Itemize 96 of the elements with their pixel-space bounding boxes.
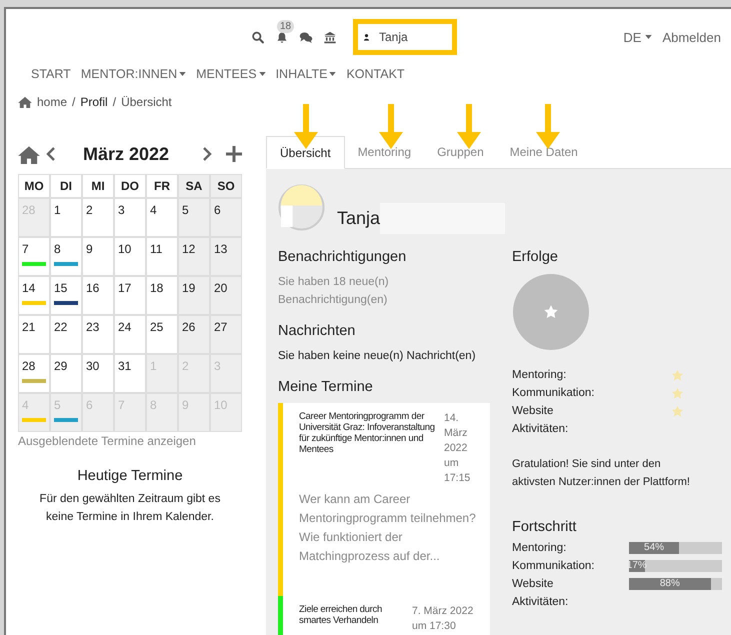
achievement-label: Mentoring: (512, 369, 566, 383)
day-cell[interactable]: 16 (83, 277, 113, 314)
language-dropdown[interactable]: DE (623, 30, 652, 44)
congratulation-text: Gratulation! Sie sind unter den aktivsten Nutzer:innen der Plattform! (512, 457, 691, 490)
day-cell[interactable]: 13 (211, 238, 241, 275)
home-icon[interactable] (18, 144, 40, 164)
weekday-header: SO (211, 175, 241, 197)
home-icon[interactable] (18, 96, 32, 108)
day-cell[interactable]: 3 (115, 199, 145, 236)
day-cell[interactable]: 19 (179, 277, 209, 314)
nav-item[interactable]: MENTEES (196, 67, 266, 81)
breadcrumb-separator: / (72, 95, 76, 109)
progress-label: Mentoring: (512, 542, 568, 554)
breadcrumb-link[interactable]: Übersicht (121, 95, 172, 109)
next-icon[interactable] (202, 146, 212, 162)
event-title: Career Mentoringprogramm der Universität Graz: Infoveranstaltung für zukünftige Mentor:innen und Mentees (299, 411, 436, 457)
day-cell[interactable]: 15 (51, 277, 81, 314)
section-title: Benachrichtigungen (278, 249, 408, 265)
event-date: 14. März 2022 um 17:15 (444, 411, 472, 486)
weekday-header: DI (51, 175, 81, 197)
progress-label: Aktivitäten: (512, 596, 570, 608)
logout-link[interactable]: Abmelden (662, 30, 721, 44)
day-cell[interactable]: 21 (19, 316, 49, 353)
day-cell[interactable]: 23 (83, 316, 113, 353)
day-cell[interactable]: 1 (51, 199, 81, 236)
day-cell[interactable]: 6 (211, 199, 241, 236)
tab[interactable]: Gruppen (424, 136, 497, 168)
search-icon[interactable] (251, 30, 265, 44)
nav-item[interactable]: INHALTE (276, 67, 336, 81)
day-cell[interactable]: 24 (115, 316, 145, 353)
messages-text: Sie haben keine neue(n) Nachricht(en) (278, 349, 477, 364)
day-cell[interactable]: 9 (83, 238, 113, 275)
tab[interactable]: Übersicht (266, 136, 345, 169)
day-cell[interactable]: 18 (147, 277, 177, 314)
event-card[interactable] (278, 403, 490, 596)
event-title: Ziele erreichen durch smartes Verhandeln (299, 604, 383, 628)
day-cell[interactable]: 25 (147, 316, 177, 353)
nav-item[interactable]: START (31, 67, 71, 81)
day-cell[interactable]: 12 (179, 238, 209, 275)
day-cell[interactable]: 30 (83, 355, 113, 392)
day-cell[interactable]: 7 (19, 238, 49, 275)
day-cell[interactable]: 2 (83, 199, 113, 236)
achievement-label: Aktivitäten: (512, 423, 568, 437)
breadcrumb-link[interactable]: home (37, 95, 68, 109)
achievement-label: Website (512, 405, 554, 419)
event-teaser: Wer kann am Career Mentoringprogramm teilnehmen? Wie funktioniert der Matchingprozess auf der... (299, 491, 477, 565)
caret-icon (645, 35, 652, 39)
progress-reading: 54% (644, 542, 664, 554)
previous-icon[interactable] (46, 146, 56, 162)
event-date: 7. März 2022 um 17:30 (412, 604, 474, 634)
section-title: Erfolge (512, 249, 559, 265)
bank-icon[interactable] (323, 30, 337, 44)
month-title: März 2022 (82, 144, 170, 164)
weekday-header: SA (179, 175, 209, 197)
breadcrumb-separator: / (112, 95, 116, 109)
weekday-header: FR (147, 175, 177, 197)
day-cell[interactable]: 11 (147, 238, 177, 275)
section-title: Nachrichten (278, 323, 356, 339)
tab[interactable]: Mentoring (344, 136, 424, 168)
section-title: Meine Termine (278, 379, 374, 395)
chat-icon[interactable] (299, 30, 313, 44)
day-cell[interactable]: 31 (115, 355, 145, 392)
nav-item[interactable]: KONTAKT (346, 67, 405, 81)
notification-text: Sie haben 18 neue(n) Benachrichtigung(en) (278, 275, 390, 308)
event-card[interactable]: Ziele erreichen durch smartes Verhandeln 7. März 2022 um 17:30 (278, 596, 490, 635)
notification-badge: 18 (277, 20, 294, 32)
day-cell[interactable]: 8 (51, 238, 81, 275)
progress-label: Website (512, 578, 554, 590)
weekday-header: MO (19, 175, 49, 197)
day-cell[interactable]: 29 (51, 355, 81, 392)
nav-item[interactable]: MENTOR:INNEN (80, 67, 186, 81)
day-cell[interactable]: 26 (179, 316, 209, 353)
day-cell[interactable]: 14 (19, 277, 49, 314)
add-icon[interactable] (226, 146, 242, 162)
show-hidden-link[interactable]: Ausgeblendete Termine anzeigen (18, 434, 242, 448)
breadcrumb-link[interactable]: Profil (80, 95, 108, 109)
day-cell[interactable]: 22 (51, 316, 81, 353)
day-cell[interactable]: 20 (211, 277, 241, 314)
day-cell[interactable]: 27 (211, 316, 241, 353)
tab[interactable]: Meine Daten (496, 136, 591, 168)
user-icon[interactable] (364, 32, 369, 42)
progress-label: Kommunikation: (512, 560, 596, 572)
profile-name: Tanja (337, 208, 380, 228)
day-cell[interactable]: 17 (115, 277, 145, 314)
bell-icon[interactable] (275, 30, 289, 44)
day-cell[interactable]: 28 (19, 355, 49, 392)
weekday-header: DO (115, 175, 145, 197)
empty-message: Für den gewählten Zeitraum gibt es keine Termine in Ihrem Kalender. (38, 492, 222, 525)
day-cell[interactable]: 4 (147, 199, 177, 236)
day-cell[interactable]: 10 (115, 238, 145, 275)
section-title: Fortschritt (512, 519, 578, 535)
section-title: Heutige Termine (76, 468, 184, 484)
achievement-label: Kommunikation: (512, 387, 594, 401)
weekday-header: MI (83, 175, 113, 197)
day-cell[interactable]: 5 (179, 199, 209, 236)
progress-reading: 88% (660, 578, 680, 590)
